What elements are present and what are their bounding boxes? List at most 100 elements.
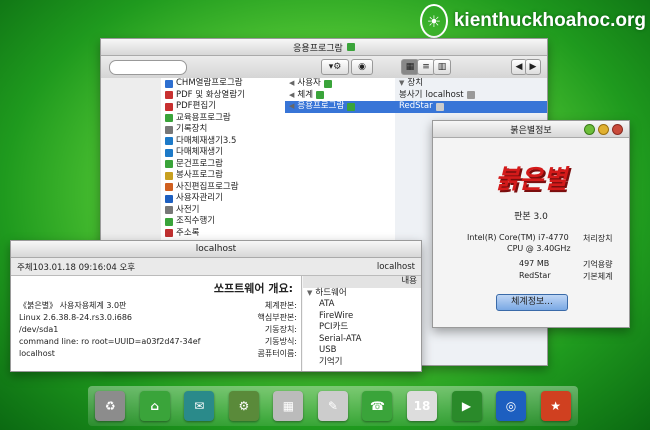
app-icon xyxy=(165,183,173,192)
list-item[interactable]: CHM열람프로그람 xyxy=(161,78,285,90)
sidebar-extra-label: 봉사기 xyxy=(399,89,423,100)
chevron-left-icon: ◀ xyxy=(289,79,295,87)
disk-icon xyxy=(435,102,444,111)
spec-key: 처리장치 xyxy=(583,234,613,243)
chat-icon[interactable]: ✉ xyxy=(184,391,215,421)
version-label: 판본 3.0 xyxy=(514,212,548,222)
info-row: command line: ro root=UUID=a03f2d47-34ef… xyxy=(19,337,297,346)
toolbar: ▾⚙ ◉ ▦ ≡ ▥ ◀ ▶ xyxy=(101,56,547,79)
tree-item[interactable]: Serial-ATA xyxy=(303,334,421,346)
maximize-button[interactable] xyxy=(584,123,595,135)
window-title: 응용프로그람 xyxy=(293,43,343,54)
list-item[interactable]: 봉사프로그람 xyxy=(161,170,285,182)
video-icon[interactable]: ▶ xyxy=(451,391,482,421)
chevron-left-icon: ◀ xyxy=(289,90,295,99)
app-icon xyxy=(165,114,173,123)
spec-value: Intel(R) Core(TM) i7-4770 xyxy=(467,233,569,242)
app-icon xyxy=(165,79,173,88)
chevron-left-icon: ◀ xyxy=(289,102,295,110)
host-label: localhost xyxy=(376,261,415,272)
app-icon xyxy=(165,229,173,238)
watermark: ☀ kienthuckhoahoc.org xyxy=(420,4,646,38)
list-item[interactable]: 다매체재생기3.5 xyxy=(161,136,285,148)
sidebar-item[interactable]: ▼ 장치 xyxy=(395,78,547,90)
tree-item[interactable]: ▼ 하드웨어 xyxy=(303,288,421,300)
calendar-icon[interactable]: 18 xyxy=(406,391,437,421)
list-item[interactable]: 주소록 xyxy=(161,228,285,240)
list-item[interactable]: ◀ 응용프로그람 xyxy=(285,101,395,113)
list-item[interactable]: 조직수행기 xyxy=(161,216,285,228)
close-button[interactable] xyxy=(612,123,623,135)
folder-icon xyxy=(347,102,356,111)
info-row: Linux 2.6.38.8-24.rs3.0.i686 핵심부판본: xyxy=(19,313,297,322)
search-input[interactable] xyxy=(109,60,187,75)
spec-key: 기억용량 xyxy=(583,260,613,269)
info-row: 《붉은별》 사용자용체계 3.0판 체계판본: xyxy=(19,301,297,310)
app-icon xyxy=(165,171,173,180)
app-icon xyxy=(165,217,173,226)
list-item[interactable]: PDF 및 화상열람기 xyxy=(161,90,285,102)
column-view-button[interactable]: ▥ xyxy=(433,59,451,75)
list-item[interactable]: 기록장치 xyxy=(161,124,285,136)
info-row: localhost 콤퓨터이름: xyxy=(19,349,297,358)
sidebar-item[interactable]: 봉사기 localhost xyxy=(395,90,547,102)
tree-item[interactable]: FireWire xyxy=(303,311,421,323)
about-titlebar: 붉은별정보 xyxy=(433,121,629,138)
hardware-tree: 내용 ▼ 하드웨어 ATA FireWire PCI카드 Serial-ATA U… xyxy=(303,276,421,371)
system-tools-icon[interactable]: ⚙ xyxy=(228,391,259,421)
sysinfo-header: 주체103.01.18 09:16:04 오후 localhost xyxy=(11,258,421,276)
sidebar-item[interactable]: RedStar xyxy=(395,101,547,113)
redstar-logo: 붉은별 xyxy=(495,164,567,195)
about-dialog: 붉은별정보 붉은별 판본 3.0 Intel(R) Core(TM) i7-47… xyxy=(432,120,630,328)
app-icon xyxy=(165,125,173,134)
list-item[interactable]: PDF편집기 xyxy=(161,101,285,113)
tree-header: 내용 xyxy=(303,276,421,288)
eye-icon[interactable]: ◉ xyxy=(351,59,373,75)
app-icon xyxy=(165,160,173,169)
app-icon xyxy=(165,148,173,157)
list-item[interactable]: 사진편집프로그람 xyxy=(161,182,285,194)
tree-item[interactable]: PCI카드 xyxy=(303,322,421,334)
app-icon xyxy=(165,102,173,111)
list-item[interactable]: 문건프로그람 xyxy=(161,159,285,171)
minimize-button[interactable] xyxy=(598,123,609,135)
trash-icon[interactable]: ♻ xyxy=(95,391,126,421)
spec-value: RedStar xyxy=(519,271,551,280)
list-item[interactable]: ◀ 사용자 xyxy=(285,78,395,90)
window-title: localhost xyxy=(195,244,237,254)
dock: ♻ ⌂ ✉ ⚙ ▦ ✎ ☎ 18 ▶ ◎ ★ xyxy=(88,386,578,426)
tree-item[interactable]: 기억기 xyxy=(303,357,421,369)
spec-key: 기본체계 xyxy=(583,272,613,281)
forward-button[interactable]: ▶ xyxy=(525,59,541,75)
list-item[interactable]: 사용자관리기 xyxy=(161,193,285,205)
system-info-button[interactable]: 체계정보... xyxy=(496,294,568,311)
calculator-icon[interactable]: ▦ xyxy=(273,391,304,421)
app-icon xyxy=(165,206,173,215)
file-manager-titlebar: 응용프로그람 xyxy=(101,39,547,56)
computer-icon xyxy=(466,91,475,100)
sysinfo-titlebar: localhost xyxy=(11,241,421,258)
office-icon[interactable]: ★ xyxy=(540,391,571,421)
folder-icon xyxy=(346,43,355,51)
list-item[interactable]: 다매체재생기 xyxy=(161,147,285,159)
watermark-text: kienthuckhoahoc.org xyxy=(453,10,646,31)
action-menu-button[interactable]: ▾⚙ xyxy=(321,59,349,75)
text-editor-icon[interactable]: ✎ xyxy=(317,391,348,421)
section-heading: 쏘프트웨어 개요: xyxy=(213,282,293,295)
spec-value: CPU @ 3.40GHz xyxy=(507,244,571,253)
list-item[interactable]: 사전기 xyxy=(161,205,285,217)
tree-item[interactable]: ATA xyxy=(303,299,421,311)
browser-icon[interactable]: ◎ xyxy=(496,391,527,421)
spec-value: 497 MB xyxy=(519,259,550,268)
list-item[interactable]: ◀ 체계 xyxy=(285,90,395,102)
app-icon xyxy=(165,137,173,146)
home-icon[interactable]: ⌂ xyxy=(139,391,170,421)
tree-item[interactable]: USB xyxy=(303,345,421,357)
chevron-down-icon: ▼ xyxy=(307,288,313,297)
folder-icon xyxy=(323,79,332,88)
system-info-window: localhost 주체103.01.18 09:16:04 오후 localh… xyxy=(10,240,422,372)
folder-icon xyxy=(316,91,325,100)
list-item[interactable]: 교육용프로그람 xyxy=(161,113,285,125)
contacts-icon[interactable]: ☎ xyxy=(362,391,393,421)
lightbulb-icon: ☀ xyxy=(420,4,448,38)
